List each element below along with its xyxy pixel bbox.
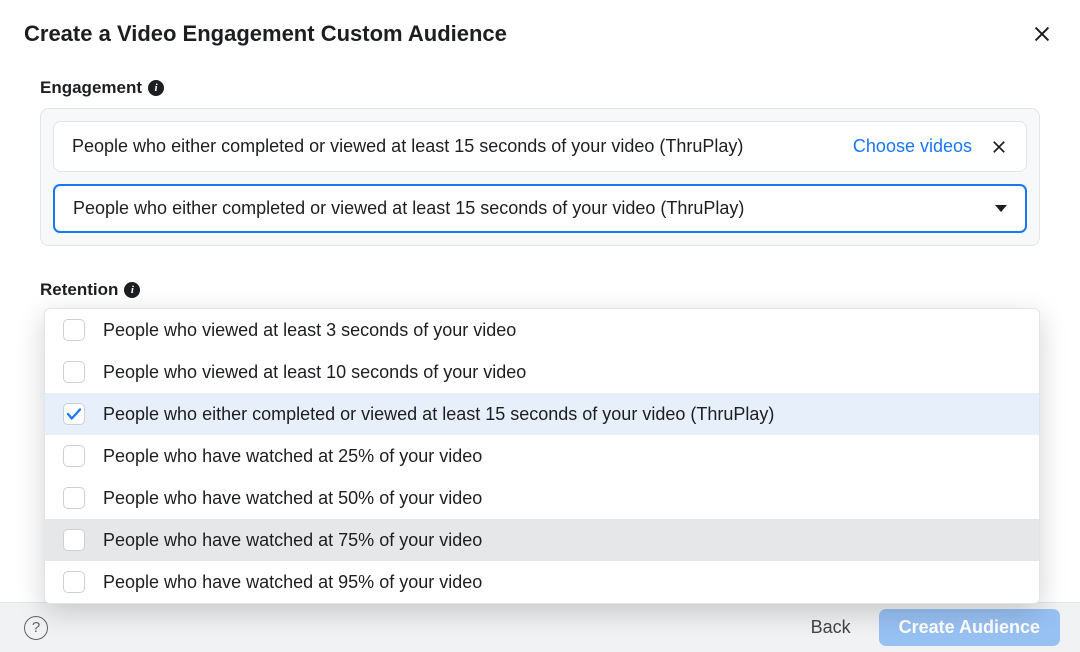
engagement-option-label: People who either completed or viewed at… [103,404,774,425]
engagement-label: Engagement i [40,78,1040,98]
checkbox[interactable] [63,319,85,341]
engagement-option[interactable]: People who have watched at 95% of your v… [45,561,1039,603]
modal-title: Create a Video Engagement Custom Audienc… [24,21,507,47]
engagement-option[interactable]: People who have watched at 25% of your v… [45,435,1039,477]
selected-engagement-text: People who either completed or viewed at… [72,136,835,157]
engagement-option-label: People who viewed at least 10 seconds of… [103,362,526,383]
engagement-label-text: Engagement [40,78,142,98]
choose-videos-link[interactable]: Choose videos [853,136,972,157]
modal-footer: ? Back Create Audience [0,602,1080,652]
engagement-option-label: People who have watched at 50% of your v… [103,488,482,509]
checkbox[interactable] [63,361,85,383]
engagement-option-label: People who have watched at 25% of your v… [103,446,482,467]
engagement-option[interactable]: People who have watched at 75% of your v… [45,519,1039,561]
checkbox[interactable] [63,403,85,425]
checkbox[interactable] [63,571,85,593]
close-icon [1031,23,1053,45]
engagement-panel: People who either completed or viewed at… [40,108,1040,246]
info-icon[interactable]: i [148,80,164,96]
close-button[interactable] [1028,20,1056,48]
engagement-option-label: People who viewed at least 3 seconds of … [103,320,516,341]
engagement-options-menu[interactable]: People who viewed at least 3 seconds of … [44,308,1040,604]
create-audience-button[interactable]: Create Audience [879,609,1060,646]
engagement-option[interactable]: People who viewed at least 3 seconds of … [45,309,1039,351]
chevron-down-icon [995,205,1007,212]
engagement-dropdown-value: People who either completed or viewed at… [73,198,744,219]
checkbox[interactable] [63,529,85,551]
engagement-option-label: People who have watched at 75% of your v… [103,530,482,551]
engagement-dropdown[interactable]: People who either completed or viewed at… [53,184,1027,233]
engagement-option-label: People who have watched at 95% of your v… [103,572,482,593]
close-icon [990,138,1008,156]
checkbox[interactable] [63,445,85,467]
engagement-option[interactable]: People who viewed at least 10 seconds of… [45,351,1039,393]
engagement-option[interactable]: People who either completed or viewed at… [45,393,1039,435]
remove-selection-button[interactable] [990,138,1008,156]
retention-label: Retention i [40,280,1040,300]
info-icon[interactable]: i [124,282,140,298]
selected-engagement-row: People who either completed or viewed at… [53,121,1027,172]
help-button[interactable]: ? [24,616,48,640]
retention-label-text: Retention [40,280,118,300]
engagement-option[interactable]: People who have watched at 50% of your v… [45,477,1039,519]
checkbox[interactable] [63,487,85,509]
back-button[interactable]: Back [795,611,867,644]
